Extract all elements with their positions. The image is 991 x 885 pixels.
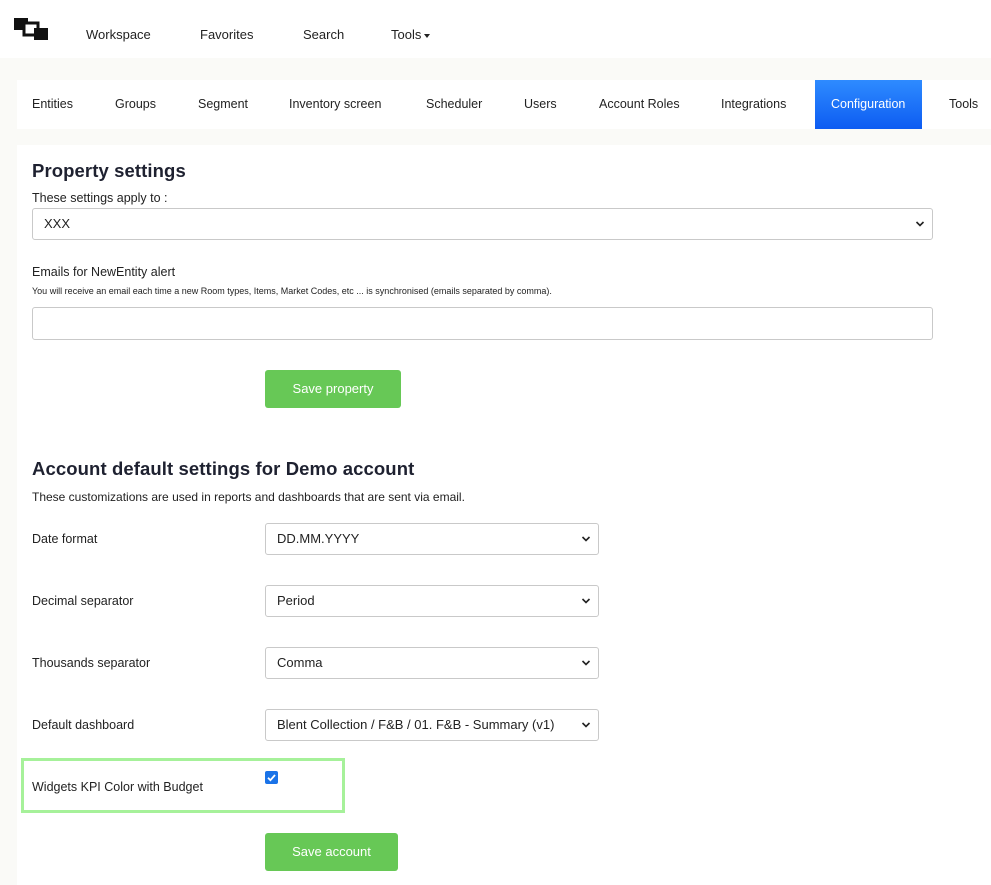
decimal-separator-value: Period <box>277 593 315 608</box>
tab-configuration[interactable]: Configuration <box>815 80 922 129</box>
date-format-select[interactable]: DD.MM.YYYY <box>265 523 599 555</box>
chevron-down-icon <box>915 221 925 227</box>
widgets-kpi-checkbox[interactable] <box>265 771 278 784</box>
tab-groups[interactable]: Groups <box>115 80 156 129</box>
property-select-value: XXX <box>44 216 71 231</box>
property-select[interactable]: XXX <box>32 208 933 240</box>
nav-workspace[interactable]: Workspace <box>86 27 151 43</box>
tab-scheduler[interactable]: Scheduler <box>426 80 482 129</box>
top-navbar: Workspace Favorites Search Tools <box>0 0 991 58</box>
app-logo-icon[interactable] <box>14 18 48 42</box>
save-property-button[interactable]: Save property <box>265 370 401 408</box>
tab-integrations[interactable]: Integrations <box>721 80 786 129</box>
tab-account-roles[interactable]: Account Roles <box>599 80 680 129</box>
chevron-down-icon <box>581 536 591 542</box>
decimal-separator-label: Decimal separator <box>32 594 134 608</box>
save-account-button[interactable]: Save account <box>265 833 398 871</box>
chevron-down-icon <box>581 660 591 666</box>
default-dashboard-value: Blent Collection / F&B / 01. F&B - Summa… <box>277 717 555 732</box>
tab-tools[interactable]: Tools <box>949 80 978 129</box>
default-dashboard-label: Default dashboard <box>32 718 135 732</box>
emails-label: Emails for NewEntity alert <box>32 265 176 279</box>
thousands-separator-label: Thousands separator <box>32 656 151 670</box>
date-format-label: Date format <box>32 532 98 546</box>
widgets-kpi-label: Widgets KPI Color with Budget <box>32 780 203 794</box>
chevron-down-icon <box>581 722 591 728</box>
tab-users[interactable]: Users <box>524 80 557 129</box>
nav-tools-label: Tools <box>391 27 422 42</box>
thousands-separator-value: Comma <box>277 655 323 670</box>
account-settings-title: Account default settings for Demo accoun… <box>32 458 415 479</box>
thousands-separator-select[interactable]: Comma <box>265 647 599 679</box>
decimal-separator-select[interactable]: Period <box>265 585 599 617</box>
settings-tabs: Entities Groups Segment Inventory screen… <box>17 80 991 129</box>
caret-down-icon <box>424 33 431 38</box>
nav-search[interactable]: Search <box>303 27 344 43</box>
tab-entities[interactable]: Entities <box>32 80 73 129</box>
emails-input[interactable] <box>32 307 933 340</box>
nav-favorites[interactable]: Favorites <box>200 27 253 43</box>
check-icon <box>267 774 276 782</box>
emails-help-text: You will receive an email each time a ne… <box>32 286 552 296</box>
chevron-down-icon <box>581 598 591 604</box>
configuration-panel: Property settings These settings apply t… <box>17 145 991 885</box>
property-settings-title: Property settings <box>32 160 186 181</box>
tab-inventory-screen[interactable]: Inventory screen <box>289 80 381 129</box>
nav-tools-dropdown[interactable]: Tools <box>391 27 431 43</box>
default-dashboard-select[interactable]: Blent Collection / F&B / 01. F&B - Summa… <box>265 709 599 741</box>
account-settings-subtitle: These customizations are used in reports… <box>32 490 465 504</box>
tab-segment[interactable]: Segment <box>198 80 248 129</box>
date-format-value: DD.MM.YYYY <box>277 531 360 546</box>
applies-to-label: These settings apply to : <box>32 191 168 205</box>
